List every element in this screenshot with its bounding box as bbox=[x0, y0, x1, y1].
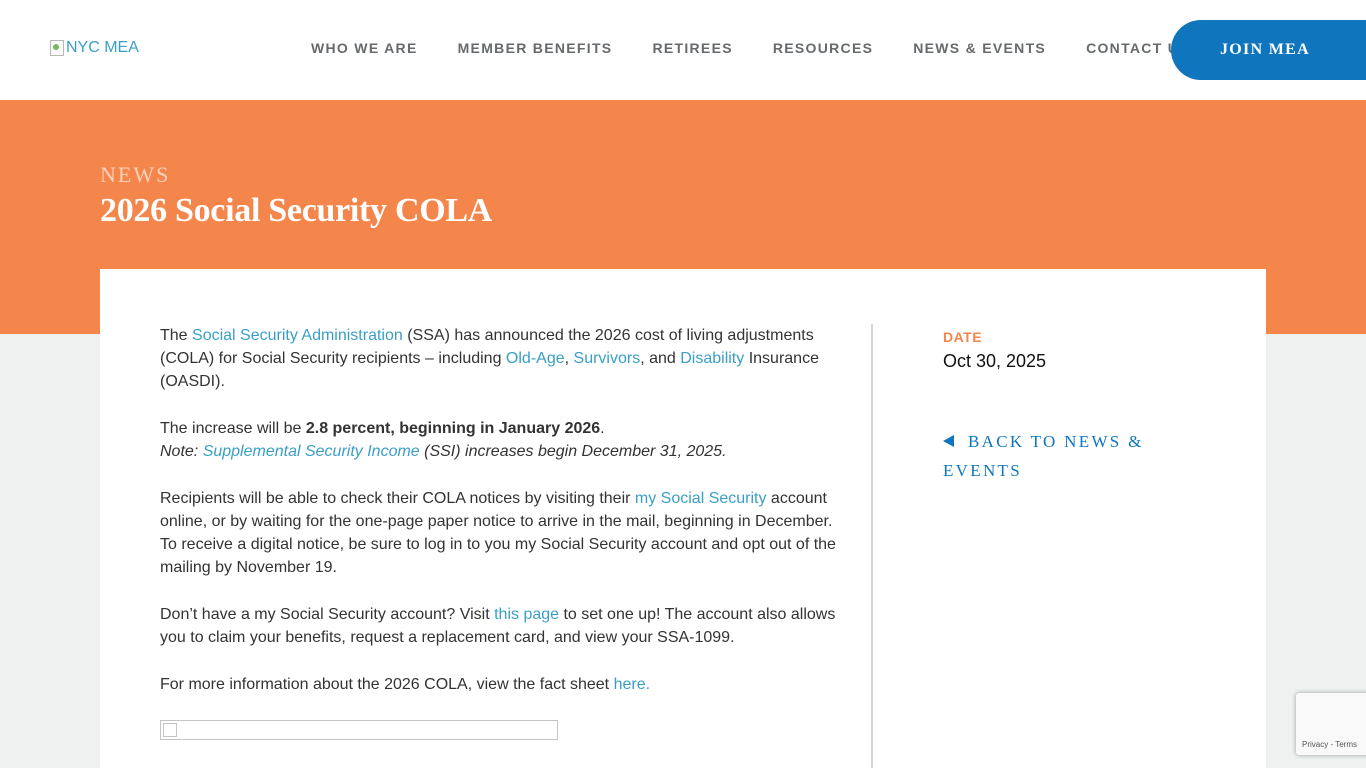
page-title: 2026 Social Security COLA bbox=[100, 192, 492, 229]
link-ssi[interactable]: Supplemental Security Income bbox=[203, 443, 420, 460]
left-arrow-icon bbox=[943, 435, 954, 447]
date-value: Oct 30, 2025 bbox=[943, 351, 1047, 371]
link-disability[interactable]: Disability bbox=[680, 350, 744, 367]
ssi-note: Note: Supplemental Security Income (SSI)… bbox=[160, 443, 727, 460]
paragraph-intro: The Social Security Administration (SSA)… bbox=[160, 324, 840, 393]
paragraph-more-info: For more information about the 2026 COLA… bbox=[160, 673, 840, 696]
broken-image-icon bbox=[50, 40, 64, 56]
site-logo[interactable]: NYC MEA bbox=[50, 39, 139, 57]
nav-item-member-benefits[interactable]: MEMBER BENEFITS bbox=[458, 40, 613, 56]
link-old-age[interactable]: Old-Age bbox=[506, 350, 565, 367]
text: The bbox=[160, 327, 193, 344]
nav-item-retirees[interactable]: RETIREES bbox=[652, 40, 732, 56]
nav-item-resources[interactable]: RESOURCES bbox=[773, 40, 873, 56]
paragraph-account: Don’t have a my Social Security account?… bbox=[160, 603, 840, 649]
link-ssa[interactable]: Social Security Administration bbox=[192, 327, 403, 344]
text: Note: bbox=[160, 443, 203, 460]
recaptcha-privacy-link[interactable]: Privacy bbox=[1302, 740, 1328, 749]
date-label: DATE bbox=[943, 329, 983, 345]
article-body: The Social Security Administration (SSA)… bbox=[160, 324, 840, 720]
broken-image-icon bbox=[163, 723, 177, 737]
link-fact-sheet[interactable]: here. bbox=[614, 676, 650, 693]
text: (SSI) increases begin December 31, 2025. bbox=[419, 443, 727, 460]
nav-item-news-events[interactable]: NEWS & EVENTS bbox=[913, 40, 1046, 56]
logo-alt-text: NYC MEA bbox=[66, 39, 139, 56]
paragraph-notices: Recipients will be able to check their C… bbox=[160, 487, 840, 579]
nav-item-who-we-are[interactable]: WHO WE ARE bbox=[311, 40, 418, 56]
join-button[interactable]: JOIN MEA bbox=[1171, 20, 1366, 80]
text: . bbox=[600, 420, 605, 437]
site-header: NYC MEA WHO WE ARE MEMBER BENEFITS RETIR… bbox=[0, 0, 1366, 100]
text: The increase will be bbox=[160, 420, 306, 437]
recaptcha-badge: Privacy - Terms bbox=[1296, 693, 1366, 755]
text: Don’t have a my Social Security account?… bbox=[160, 606, 495, 623]
link-this-page[interactable]: this page bbox=[494, 606, 559, 623]
column-divider bbox=[871, 324, 873, 768]
back-label: BACK TO NEWS & EVENTS bbox=[943, 432, 1144, 480]
recaptcha-terms-link[interactable]: Terms bbox=[1335, 740, 1357, 749]
back-to-news-link[interactable]: BACK TO NEWS & EVENTS bbox=[943, 427, 1153, 485]
link-survivors[interactable]: Survivors bbox=[574, 350, 641, 367]
increase-highlight: 2.8 percent, beginning in January 2026 bbox=[305, 420, 601, 437]
broken-image bbox=[160, 720, 558, 740]
link-my-social-security[interactable]: my Social Security bbox=[635, 490, 767, 507]
main-nav: WHO WE ARE MEMBER BENEFITS RETIREES RESO… bbox=[291, 40, 1210, 56]
text: Recipients will be able to check their C… bbox=[160, 490, 635, 507]
recaptcha-links: Privacy - Terms bbox=[1302, 740, 1357, 749]
text: , bbox=[564, 350, 574, 367]
text: , and bbox=[640, 350, 681, 367]
section-eyebrow: NEWS bbox=[100, 162, 171, 187]
paragraph-increase: The increase will be 2.8 percent, beginn… bbox=[160, 417, 840, 463]
text: For more information about the 2026 COLA… bbox=[160, 676, 614, 693]
